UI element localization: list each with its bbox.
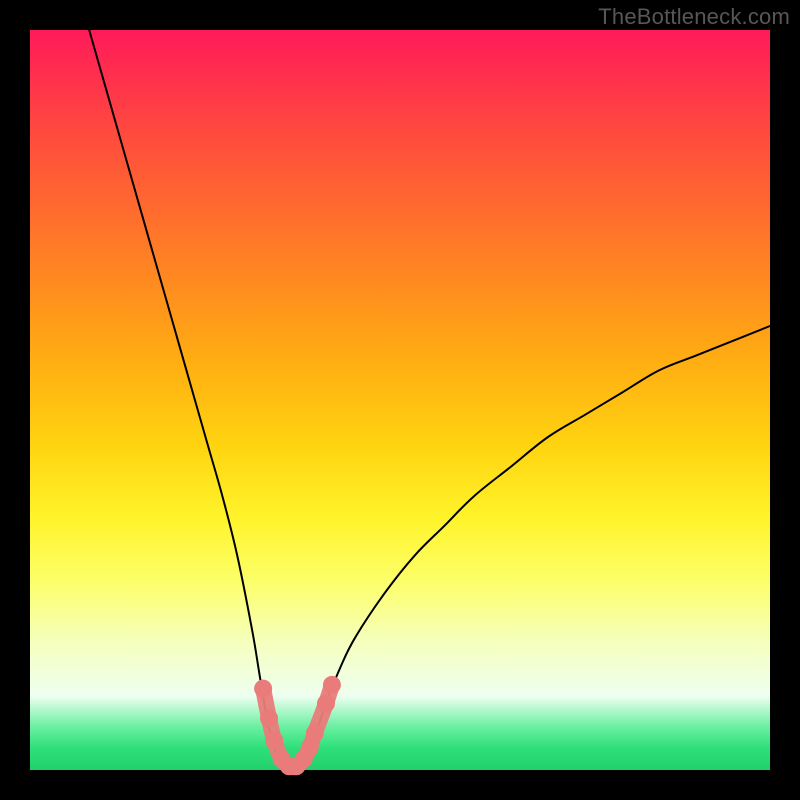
- bottleneck-curve: [89, 30, 770, 771]
- bottleneck-curve-svg: [30, 30, 770, 770]
- watermark-text: TheBottleneck.com: [598, 4, 790, 30]
- plot-area: [30, 30, 770, 770]
- marker-dots: [254, 676, 341, 775]
- chart-frame: TheBottleneck.com: [0, 0, 800, 800]
